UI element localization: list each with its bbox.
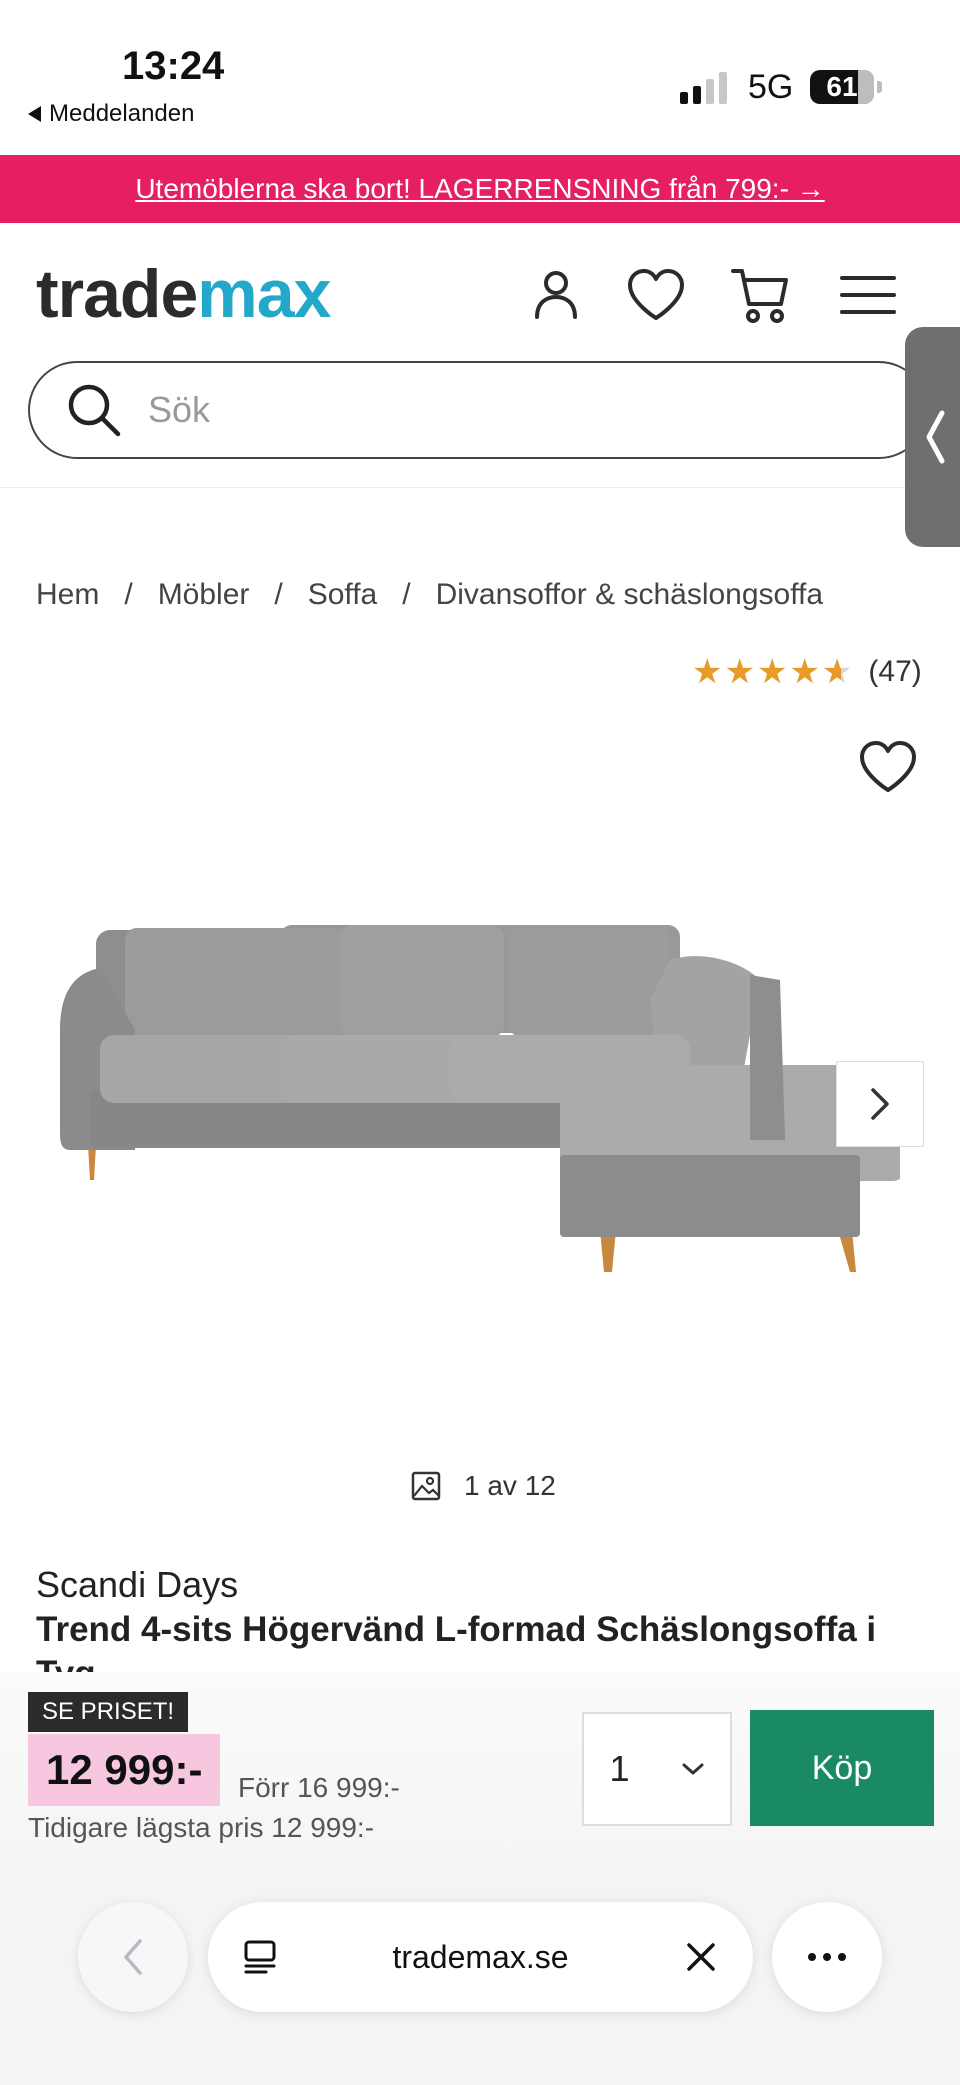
search-icon — [68, 384, 121, 437]
back-to-app-link[interactable]: Meddelanden — [28, 100, 194, 128]
battery-level: 61 — [826, 71, 858, 102]
breadcrumb-item-soffa[interactable]: Soffa — [308, 578, 378, 612]
lowest-price: Tidigare lägsta pris 12 999:- — [28, 1812, 375, 1843]
image-counter: 1 av 12 — [410, 1470, 556, 1502]
status-time: 13:24 — [122, 44, 225, 88]
page: 13:24 Meddelanden 5G 61 Utemöblerna ska … — [0, 0, 960, 2085]
image-counter-text: 1 av 12 — [464, 1470, 556, 1501]
breadcrumb-item-mobler[interactable]: Möbler — [158, 578, 250, 612]
promo-link[interactable]: Utemöblerna ska bort! LAGERRENSNING från… — [135, 173, 824, 205]
product-brand[interactable]: Scandi Days — [36, 1564, 238, 1606]
product-title: Trend 4-sits Högervänd L-formad Schäslon… — [36, 1610, 877, 1672]
more-options-button[interactable] — [772, 1902, 882, 2012]
breadcrumb-separator: / — [274, 578, 283, 611]
breadcrumb-item-divansoffor[interactable]: Divansoffor & schäslongsoffa — [436, 578, 823, 612]
product-image[interactable] — [60, 880, 905, 1280]
logo-part-max: max — [197, 256, 331, 332]
promo-banner: Utemöblerna ska bort! LAGERRENSNING från… — [0, 155, 960, 223]
url-domain: trademax.se — [392, 1938, 569, 1975]
quantity-value: 1 — [609, 1748, 630, 1789]
logo-part-trade: trade — [36, 256, 198, 332]
breadcrumb-item-hem[interactable]: Hem — [36, 578, 99, 612]
heart-icon[interactable] — [626, 265, 686, 325]
account-icon[interactable] — [526, 265, 586, 325]
before-price: Förr 16 999:- — [238, 1772, 400, 1803]
chevron-down-icon — [682, 1763, 703, 1775]
breadcrumb-separator: / — [402, 578, 411, 611]
breadcrumb-separator: / — [124, 578, 133, 611]
chevron-left-icon — [124, 1939, 142, 1975]
status-bar: 13:24 Meddelanden 5G 61 — [0, 0, 960, 155]
breadcrumb: Hem / Möbler / Soffa / Divansoffor & sch… — [36, 578, 823, 612]
gallery-icon — [411, 1471, 441, 1501]
logo[interactable]: trademax — [36, 255, 331, 333]
site-header: trademax — [0, 223, 960, 488]
rating-count: (47) — [868, 655, 922, 688]
more-dots-icon — [808, 1953, 846, 1961]
address-bar[interactable]: trademax.se — [208, 1902, 753, 2012]
price: 12 999:- — [28, 1734, 221, 1806]
buy-bar: SE PRISET! 12 999:- Förr 16 999:- Tidiga… — [0, 1672, 960, 1892]
rating[interactable]: ★★★★★ ★★★★★ (47) — [692, 655, 922, 689]
rating-stars: ★★★★★ ★★★★★ — [692, 653, 855, 691]
back-triangle-icon — [28, 106, 41, 122]
browser-toolbar: trademax.se — [0, 1892, 960, 2085]
chevron-right-icon — [871, 1088, 889, 1120]
price-badge: SE PRISET! — [28, 1692, 189, 1732]
buy-button[interactable]: Köp — [750, 1710, 934, 1826]
quantity-select[interactable]: 1 — [582, 1712, 732, 1826]
cart-icon[interactable] — [730, 265, 790, 325]
battery-icon: 61 — [810, 70, 874, 104]
signal-icon — [680, 70, 727, 104]
close-icon[interactable] — [685, 1941, 717, 1973]
side-panel-tab[interactable] — [905, 327, 960, 547]
chevron-left-icon — [926, 410, 945, 464]
search-bar[interactable] — [28, 361, 928, 459]
next-image-button[interactable] — [836, 1061, 924, 1147]
search-input[interactable] — [148, 389, 848, 431]
browser-back-button[interactable] — [78, 1902, 188, 2012]
favorite-heart-icon[interactable] — [858, 740, 918, 795]
network-label: 5G — [748, 68, 794, 106]
menu-icon[interactable] — [838, 265, 898, 325]
back-app-label: Meddelanden — [49, 100, 195, 127]
